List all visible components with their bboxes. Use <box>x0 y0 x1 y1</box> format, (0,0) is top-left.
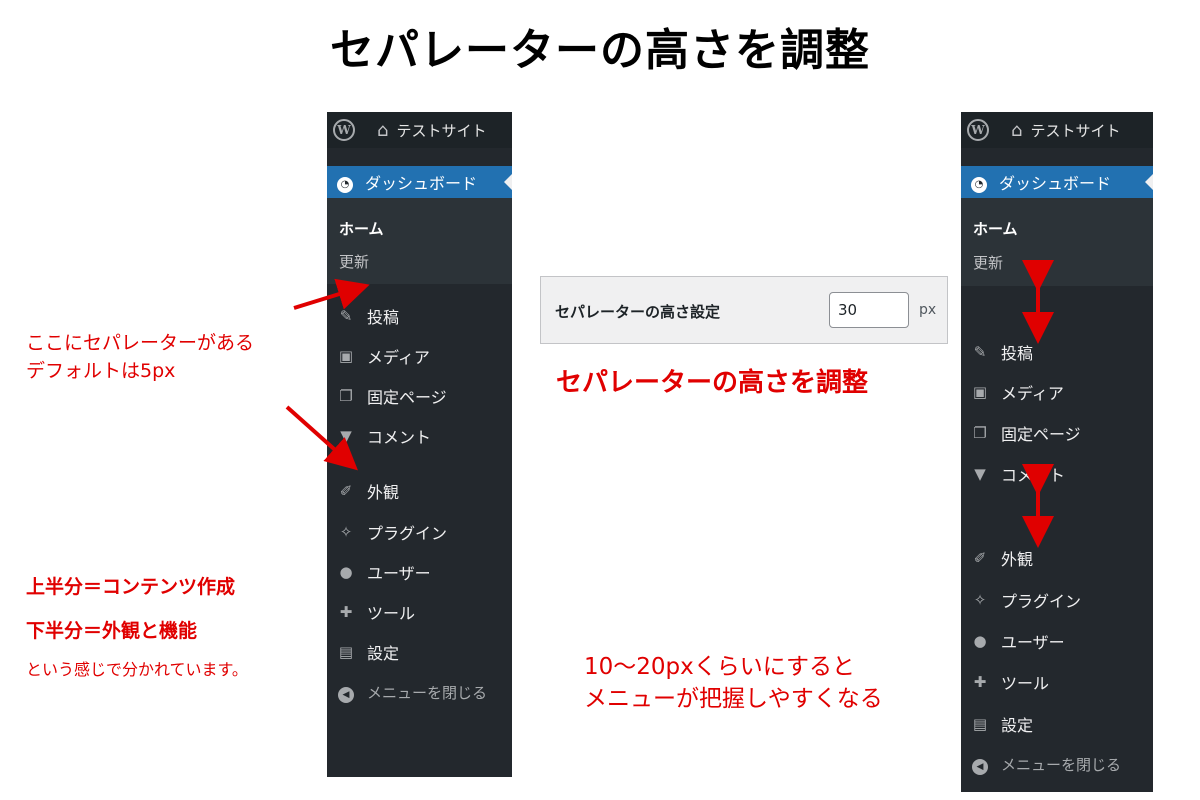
annotation-arrows <box>285 260 1054 548</box>
arrow-to-middle-separator <box>285 405 358 471</box>
arrow-to-top-separator <box>293 278 370 310</box>
